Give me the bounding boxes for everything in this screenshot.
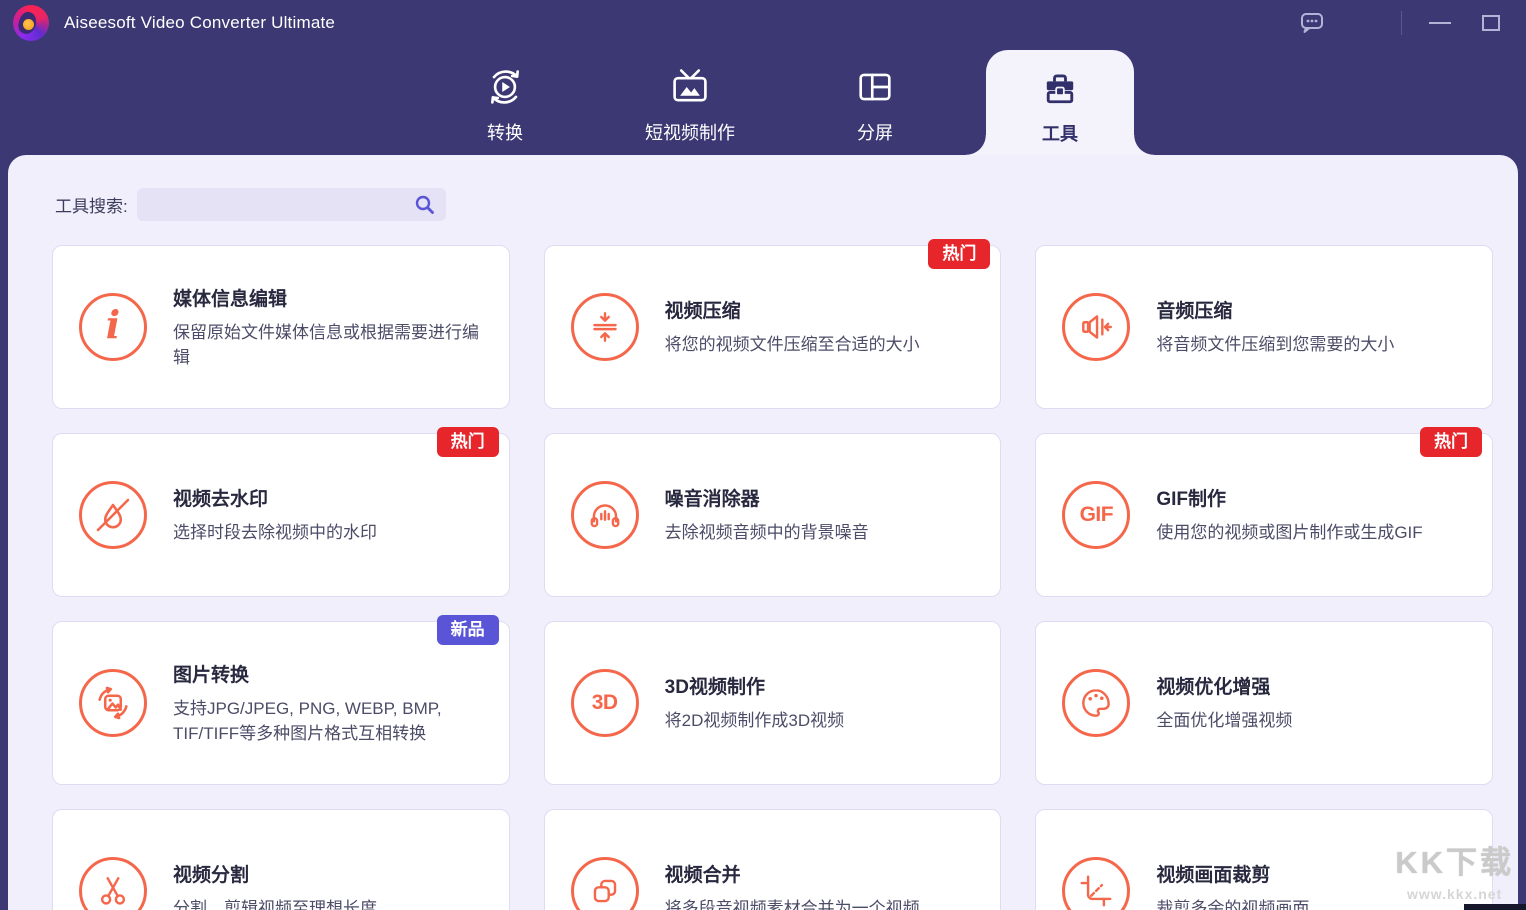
search-input[interactable] [137, 188, 446, 221]
hot-badge: 热门 [1420, 427, 1482, 457]
tool-desc: 保留原始文件媒体信息或根据需要进行编辑 [173, 320, 491, 371]
titlebar-controls [1299, 10, 1526, 36]
tab-split-screen-label: 分屏 [857, 119, 893, 145]
palette-icon [1062, 669, 1130, 737]
tool-card-video-compress[interactable]: 热门 视频压缩 将您的视频文件压缩至合适的大小 [544, 245, 1002, 409]
tool-desc: 裁剪多余的视频画面 [1156, 896, 1309, 910]
image-convert-icon [79, 669, 147, 737]
tool-title: 3D视频制作 [665, 672, 844, 699]
no-watermark-icon [79, 481, 147, 549]
tool-card-video-enhance[interactable]: 视频优化增强 全面优化增强视频 [1035, 621, 1493, 785]
tools-grid: i 媒体信息编辑 保留原始文件媒体信息或根据需要进行编辑 热门 视频压缩 将您的… [8, 221, 1518, 910]
scissors-icon [79, 857, 147, 910]
3d-icon: 3D [571, 669, 639, 737]
tool-title: 媒体信息编辑 [173, 284, 491, 311]
hot-badge: 热门 [437, 427, 499, 457]
gif-icon: GIF [1062, 481, 1130, 549]
compress-icon [571, 293, 639, 361]
menu-icon[interactable] [1350, 10, 1376, 36]
tab-convert[interactable]: 转换 [431, 45, 579, 155]
tool-desc: 将多段音视频素材合并为一个视频 [665, 896, 920, 910]
new-badge: 新品 [437, 615, 499, 645]
tab-split-screen[interactable]: 分屏 [801, 45, 949, 155]
convert-icon [483, 63, 527, 111]
tool-card-video-crop[interactable]: 视频画面裁剪 裁剪多余的视频画面 [1035, 809, 1493, 910]
split-screen-icon [853, 63, 897, 111]
info-icon: i [79, 293, 147, 361]
search-icon[interactable] [414, 194, 435, 220]
crop-icon [1062, 857, 1130, 910]
main-nav: 转换 短视频制作 分屏 [0, 45, 1526, 155]
tool-card-gif-maker[interactable]: 热门 GIF GIF制作 使用您的视频或图片制作或生成GIF [1035, 433, 1493, 597]
toolbox-icon [1038, 64, 1082, 112]
tools-panel: 工具搜索: i 媒体信息编辑 保留原始文件媒体信息或根据需要进行编辑 热门 [8, 155, 1518, 910]
search-row: 工具搜索: [8, 155, 1518, 221]
titlebar: Aiseesoft Video Converter Ultimate [0, 0, 1526, 45]
feedback-message-icon[interactable] [1299, 10, 1325, 36]
tool-card-video-split[interactable]: 视频分割 分割，剪辑视频至理想长度 [52, 809, 510, 910]
tool-card-noise-remover[interactable]: 噪音消除器 去除视频音频中的背景噪音 [544, 433, 1002, 597]
tool-desc: 将音频文件压缩到您需要的大小 [1156, 332, 1394, 358]
maximize-button[interactable] [1478, 10, 1504, 36]
tool-desc: 支持JPG/JPEG, PNG, WEBP, BMP, TIF/TIFF等多种图… [173, 696, 491, 747]
audio-compress-icon [1062, 293, 1130, 361]
short-video-icon [668, 63, 712, 111]
app-title: Aiseesoft Video Converter Ultimate [64, 13, 335, 33]
headphones-icon [571, 481, 639, 549]
tool-desc: 使用您的视频或图片制作或生成GIF [1156, 520, 1422, 546]
tool-desc: 将2D视频制作成3D视频 [665, 708, 844, 734]
tool-card-video-merge[interactable]: 视频合并 将多段音视频素材合并为一个视频 [544, 809, 1002, 910]
minimize-button[interactable] [1427, 10, 1453, 36]
tab-short-video[interactable]: 短视频制作 [616, 45, 764, 155]
tool-desc: 分割，剪辑视频至理想长度 [173, 896, 377, 910]
merge-icon [571, 857, 639, 910]
tool-title: 音频压缩 [1156, 296, 1394, 323]
tab-convert-label: 转换 [487, 119, 523, 145]
tool-title: 视频压缩 [665, 296, 920, 323]
tool-card-watermark-remover[interactable]: 热门 视频去水印 选择时段去除视频中的水印 [52, 433, 510, 597]
app-logo-icon [13, 5, 49, 41]
tool-title: 视频去水印 [173, 484, 377, 511]
tool-title: 图片转换 [173, 660, 491, 687]
watermark-bar [1464, 904, 1526, 910]
tool-title: 噪音消除器 [665, 484, 869, 511]
tool-title: 视频合并 [665, 860, 920, 887]
tool-title: 视频画面裁剪 [1156, 860, 1309, 887]
tool-desc: 选择时段去除视频中的水印 [173, 520, 377, 546]
tool-desc: 去除视频音频中的背景噪音 [665, 520, 869, 546]
tab-short-video-label: 短视频制作 [645, 119, 735, 145]
tool-title: 视频分割 [173, 860, 377, 887]
tool-card-audio-compress[interactable]: 音频压缩 将音频文件压缩到您需要的大小 [1035, 245, 1493, 409]
hot-badge: 热门 [928, 239, 990, 269]
tool-card-image-convert[interactable]: 新品 图片转换 支持JPG/JPEG, PNG, WEBP, BMP, TIF/… [52, 621, 510, 785]
search-label: 工具搜索: [55, 192, 128, 217]
tool-desc: 全面优化增强视频 [1156, 708, 1292, 734]
tab-tools[interactable]: 工具 [986, 50, 1134, 155]
titlebar-divider [1401, 11, 1402, 35]
tool-title: GIF制作 [1156, 484, 1422, 511]
tab-tools-label: 工具 [1042, 120, 1078, 146]
tool-title: 视频优化增强 [1156, 672, 1292, 699]
tool-desc: 将您的视频文件压缩至合适的大小 [665, 332, 920, 358]
tool-card-3d-video[interactable]: 3D 3D视频制作 将2D视频制作成3D视频 [544, 621, 1002, 785]
tool-card-media-info-edit[interactable]: i 媒体信息编辑 保留原始文件媒体信息或根据需要进行编辑 [52, 245, 510, 409]
